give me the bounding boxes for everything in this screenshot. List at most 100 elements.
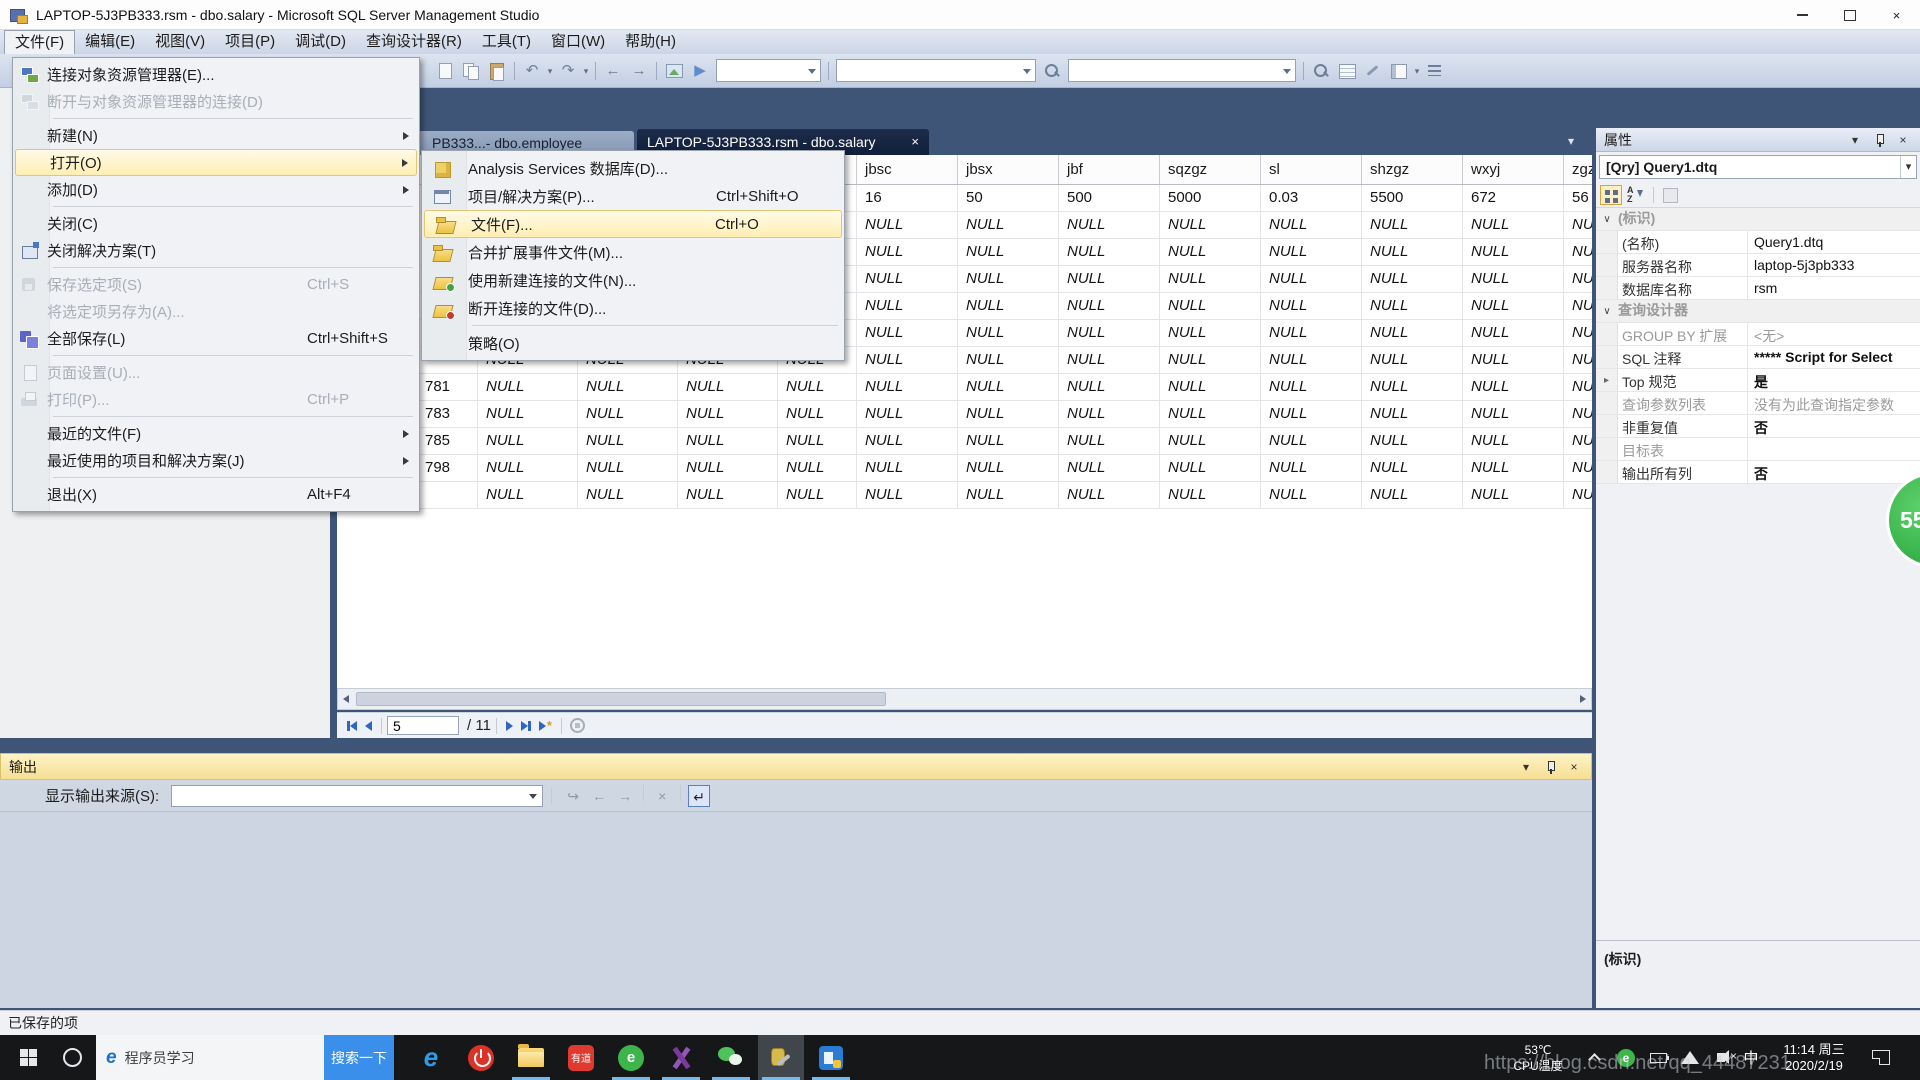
grid-cell[interactable]: NULL xyxy=(1564,482,1592,508)
grid-cell[interactable]: NULL xyxy=(1463,374,1564,400)
grid-cell[interactable]: NULL xyxy=(1160,239,1261,265)
grid-cell[interactable]: NULL xyxy=(1463,482,1564,508)
menubar-item-8[interactable]: 帮助(H) xyxy=(615,30,686,54)
menu-item-4[interactable]: 使用新建连接的文件(N)... xyxy=(422,266,844,294)
grid-cell[interactable]: NULL xyxy=(958,482,1059,508)
grid-cell[interactable]: NULL xyxy=(1059,212,1160,238)
grid-cell[interactable]: NULL xyxy=(778,455,857,481)
redo-icon[interactable]: ↷ xyxy=(557,60,579,82)
grid-cell[interactable]: NULL xyxy=(857,455,958,481)
grid-cell[interactable]: NULL xyxy=(1261,320,1362,346)
grid-cell[interactable]: NULL xyxy=(1362,482,1463,508)
grid-cell[interactable]: NULL xyxy=(857,239,958,265)
grid-cell[interactable]: 672 xyxy=(1463,185,1564,211)
menu-item-10[interactable]: 保存选定项(S)Ctrl+S xyxy=(13,271,419,298)
grid-cell[interactable]: NULL xyxy=(958,320,1059,346)
property-value[interactable]: 否 xyxy=(1748,461,1920,483)
grid-cell[interactable]: NULL xyxy=(1564,320,1592,346)
grid-cell[interactable]: NULL xyxy=(578,428,678,454)
ssms-icon[interactable] xyxy=(758,1035,804,1080)
output-source-combobox[interactable] xyxy=(171,785,543,807)
grid-cell[interactable]: NULL xyxy=(1564,347,1592,373)
forward-icon[interactable]: → xyxy=(628,60,650,82)
grid-cell[interactable]: 16 xyxy=(857,185,958,211)
grid-cell[interactable]: NULL xyxy=(478,374,578,400)
toolbar-combo-md[interactable] xyxy=(836,59,1036,82)
copy-icon[interactable] xyxy=(460,60,482,82)
property-value[interactable]: 没有为此查询指定参数 xyxy=(1748,392,1920,414)
grid-cell[interactable]: NULL xyxy=(1362,428,1463,454)
column-header[interactable]: jbsx xyxy=(958,155,1059,184)
grid-cell[interactable]: NULL xyxy=(1362,401,1463,427)
grid-cell[interactable]: NULL xyxy=(958,455,1059,481)
menu-item-12[interactable]: 全部保存(L)Ctrl+Shift+S xyxy=(13,325,419,352)
grid-cell[interactable]: NULL xyxy=(1362,212,1463,238)
grid-cell[interactable]: NULL xyxy=(778,374,857,400)
menubar-item-6[interactable]: 工具(T) xyxy=(472,30,541,54)
grid-cell[interactable]: NULL xyxy=(578,401,678,427)
grid-cell[interactable]: NULL xyxy=(1160,428,1261,454)
menu-item-11[interactable]: 将选定项另存为(A)... xyxy=(13,298,419,325)
pin-icon[interactable] xyxy=(1541,759,1559,775)
grid-cell[interactable]: NULL xyxy=(1160,293,1261,319)
menu-item-7[interactable]: 关闭(C) xyxy=(13,210,419,237)
grid-cell[interactable]: NULL xyxy=(678,455,778,481)
grid-cell[interactable]: NULL xyxy=(1463,428,1564,454)
grid-cell[interactable]: NULL xyxy=(1059,320,1160,346)
grid-cell[interactable]: NULL xyxy=(1160,320,1261,346)
grid-cell[interactable]: 56 xyxy=(1564,185,1592,211)
menu-item-15[interactable]: 打印(P)...Ctrl+P xyxy=(13,386,419,413)
grid-cell[interactable]: NULL xyxy=(1463,212,1564,238)
table-icon[interactable] xyxy=(1336,60,1358,82)
grid-cell[interactable]: NULL xyxy=(1564,428,1592,454)
browser-360-icon[interactable]: e xyxy=(608,1035,654,1080)
dropdown-caret-icon[interactable]: ▾ xyxy=(581,60,591,82)
grid-cell[interactable]: NULL xyxy=(1463,320,1564,346)
grid-cell[interactable]: 50 xyxy=(958,185,1059,211)
grid-cell[interactable]: NULL xyxy=(1362,347,1463,373)
menu-item-3[interactable]: 新建(N) xyxy=(13,122,419,149)
grid-cell[interactable]: NULL xyxy=(1564,212,1592,238)
grid-cell[interactable]: NULL xyxy=(1059,266,1160,292)
property-value[interactable]: 否 xyxy=(1748,415,1920,437)
grid-cell[interactable]: 0.03 xyxy=(1261,185,1362,211)
menubar-item-2[interactable]: 视图(V) xyxy=(145,30,215,54)
grid-cell[interactable]: NULL xyxy=(1059,428,1160,454)
grid-cell[interactable]: NULL xyxy=(678,401,778,427)
grid-cell[interactable]: NULL xyxy=(857,374,958,400)
scroll-thumb[interactable] xyxy=(356,692,886,706)
grid-cell[interactable]: NULL xyxy=(958,347,1059,373)
grid-cell[interactable]: NULL xyxy=(857,482,958,508)
grid-cell[interactable]: NULL xyxy=(1059,401,1160,427)
doc-icon[interactable] xyxy=(434,60,456,82)
window-position-icon[interactable]: ▾ xyxy=(1517,759,1535,775)
scroll-left-icon[interactable] xyxy=(338,689,354,709)
grid-cell[interactable]: 781 xyxy=(412,374,478,400)
goto-icon[interactable]: ↪ xyxy=(562,785,584,807)
clear-icon[interactable]: × xyxy=(651,785,673,807)
grid-cell[interactable]: NULL xyxy=(778,401,857,427)
grid-cell[interactable]: 785 xyxy=(412,428,478,454)
prev-msg-icon[interactable]: ← xyxy=(588,785,610,807)
grid-cell[interactable]: NULL xyxy=(1059,347,1160,373)
grid-cell[interactable]: NULL xyxy=(578,374,678,400)
pin-icon[interactable] xyxy=(1870,132,1888,148)
minimize-button[interactable] xyxy=(1779,0,1826,30)
grid-cell[interactable] xyxy=(412,482,478,508)
property-row[interactable]: ▸Top 规范是 xyxy=(1596,369,1920,392)
property-row[interactable]: 非重复值否 xyxy=(1596,415,1920,438)
first-record-button[interactable] xyxy=(347,721,357,731)
collapse-icon[interactable]: ∨ xyxy=(1596,300,1618,322)
next-msg-icon[interactable]: → xyxy=(614,785,636,807)
grid-cell[interactable]: NULL xyxy=(1362,266,1463,292)
edge-icon[interactable]: e xyxy=(408,1035,454,1080)
property-value[interactable]: rsm xyxy=(1748,277,1920,299)
grid-cell[interactable]: NULL xyxy=(478,482,578,508)
grid-cell[interactable]: NULL xyxy=(678,428,778,454)
grid-cell[interactable]: 783 xyxy=(412,401,478,427)
action-center-button[interactable] xyxy=(1864,1035,1898,1080)
grid-cell[interactable]: NULL xyxy=(1564,293,1592,319)
back-icon[interactable]: ← xyxy=(602,60,624,82)
dropdown-caret-icon[interactable]: ▾ xyxy=(545,60,555,82)
file-explorer-icon[interactable] xyxy=(508,1035,554,1080)
